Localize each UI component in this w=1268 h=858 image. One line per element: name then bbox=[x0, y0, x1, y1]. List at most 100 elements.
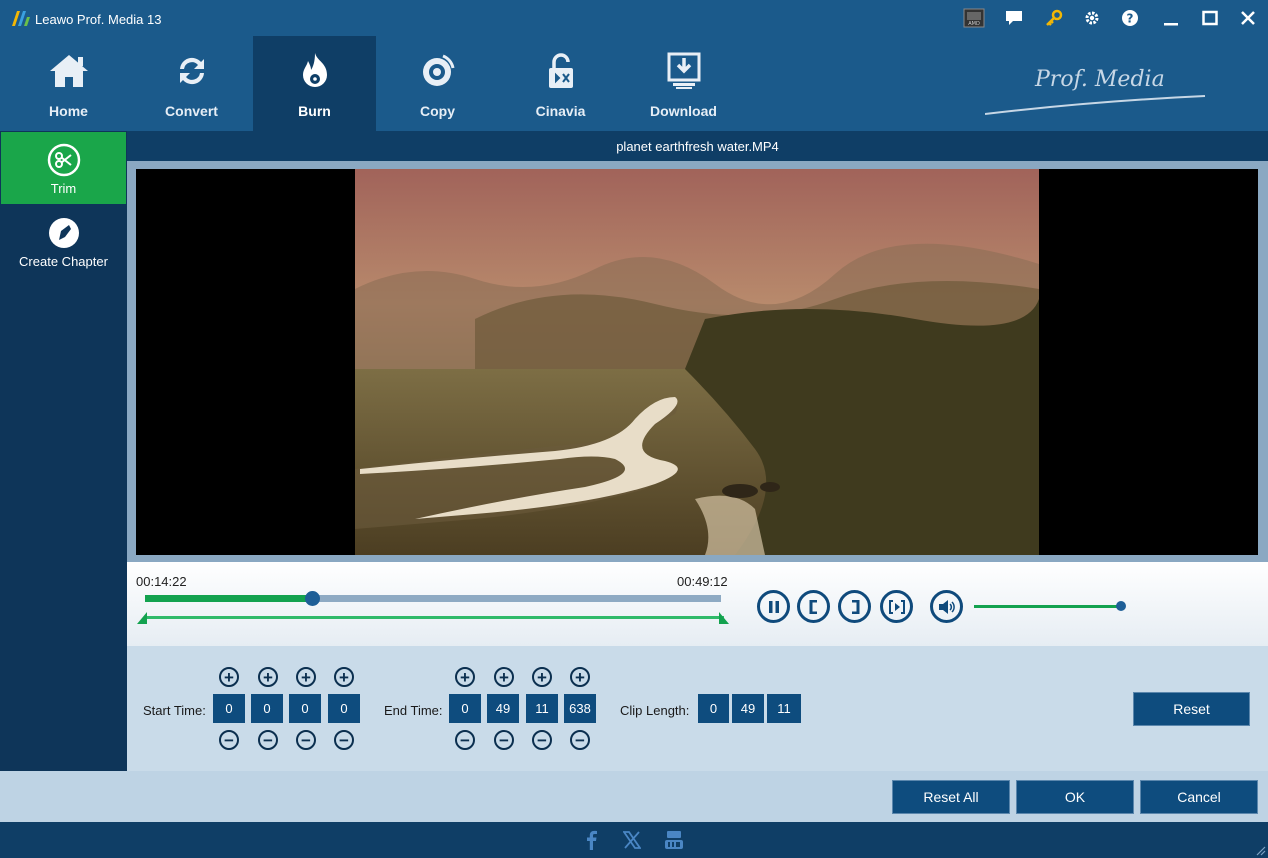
video-title-bar: planet earthfresh water.MP4 bbox=[127, 131, 1268, 161]
end-minute-decrement-button[interactable]: − bbox=[494, 730, 514, 750]
pause-icon bbox=[768, 600, 779, 613]
x-twitter-icon[interactable] bbox=[621, 829, 643, 851]
nav-download[interactable]: Download bbox=[622, 36, 745, 131]
chat-icon[interactable] bbox=[1003, 6, 1025, 30]
app-logo-icon bbox=[12, 11, 30, 26]
nav-home[interactable]: Home bbox=[7, 36, 130, 131]
play-segment-icon bbox=[888, 599, 905, 614]
start-hour-field[interactable]: 0 bbox=[213, 694, 245, 723]
reset-all-button[interactable]: Reset All bbox=[892, 780, 1010, 814]
volume-button[interactable] bbox=[930, 590, 963, 623]
nav-label: Home bbox=[49, 103, 88, 119]
nav-convert[interactable]: Convert bbox=[130, 36, 253, 131]
video-preview-image bbox=[355, 169, 1039, 555]
download-icon bbox=[662, 51, 706, 91]
brand-logo: Prof. Media bbox=[985, 67, 1206, 115]
reset-button[interactable]: Reset bbox=[1133, 692, 1250, 726]
close-icon[interactable] bbox=[1237, 6, 1259, 30]
end-second-decrement-button[interactable]: − bbox=[532, 730, 552, 750]
nav-cinavia[interactable]: Cinavia bbox=[499, 36, 622, 131]
convert-icon bbox=[170, 51, 214, 91]
end-minute-field[interactable]: 49 bbox=[487, 694, 519, 723]
home-icon bbox=[47, 51, 91, 91]
end-minute-increment-button[interactable]: + bbox=[494, 667, 514, 687]
app-title: Leawo Prof. Media 13 bbox=[35, 12, 162, 27]
start-second-increment-button[interactable]: + bbox=[296, 667, 316, 687]
set-start-button[interactable] bbox=[797, 590, 830, 623]
ok-button[interactable]: OK bbox=[1016, 780, 1134, 814]
sidebar-item-create-chapter[interactable]: Create Chapter bbox=[1, 205, 126, 277]
burn-icon bbox=[293, 51, 337, 91]
trim-end-marker[interactable] bbox=[717, 610, 731, 624]
seek-bar[interactable] bbox=[145, 591, 721, 606]
bracket-left-icon bbox=[809, 599, 817, 614]
start-second-decrement-button[interactable]: − bbox=[296, 730, 316, 750]
start-millisecond-field[interactable]: 0 bbox=[328, 694, 360, 723]
start-time-label: Start Time: bbox=[143, 703, 206, 718]
volume-handle[interactable] bbox=[1116, 601, 1126, 611]
maximize-icon[interactable] bbox=[1199, 6, 1221, 30]
end-millisecond-increment-button[interactable]: + bbox=[570, 667, 590, 687]
chapter-icon bbox=[48, 218, 79, 248]
end-time-label: End Time: bbox=[384, 703, 443, 718]
end-time: 00:49:12 bbox=[677, 574, 728, 589]
nav-copy[interactable]: Copy bbox=[376, 36, 499, 131]
start-minute-decrement-button[interactable]: − bbox=[258, 730, 278, 750]
svg-text:AMD: AMD bbox=[968, 21, 980, 27]
svg-text:Prof. Media: Prof. Media bbox=[1034, 67, 1165, 92]
title-bar: Leawo Prof. Media 13 AMD ? bbox=[0, 0, 1268, 36]
seek-handle[interactable] bbox=[305, 591, 321, 606]
nav-label: Download bbox=[650, 103, 717, 119]
sidebar: Trim Create Chapter bbox=[0, 131, 127, 771]
clip-minute-value: 49 bbox=[732, 694, 764, 723]
clip-length-label: Clip Length: bbox=[620, 703, 690, 718]
end-hour-increment-button[interactable]: + bbox=[455, 667, 475, 687]
facebook-icon[interactable] bbox=[580, 829, 602, 851]
start-millisecond-decrement-button[interactable]: − bbox=[334, 730, 354, 750]
end-millisecond-decrement-button[interactable]: − bbox=[570, 730, 590, 750]
cancel-button[interactable]: Cancel bbox=[1140, 780, 1258, 814]
cinavia-icon bbox=[539, 51, 583, 91]
end-hour-field[interactable]: 0 bbox=[449, 694, 481, 723]
volume-slider[interactable] bbox=[974, 605, 1124, 608]
nav-label: Copy bbox=[420, 103, 455, 119]
help-icon[interactable]: ? bbox=[1119, 6, 1141, 30]
start-hour-increment-button[interactable]: + bbox=[219, 667, 239, 687]
seek-bar-progress bbox=[145, 595, 313, 602]
clip-second-value: 11 bbox=[767, 694, 801, 723]
play-segment-button[interactable] bbox=[880, 590, 913, 623]
nav-label: Burn bbox=[298, 103, 331, 119]
start-hour-decrement-button[interactable]: − bbox=[219, 730, 239, 750]
start-millisecond-increment-button[interactable]: + bbox=[334, 667, 354, 687]
end-millisecond-field[interactable]: 638 bbox=[564, 694, 596, 723]
end-second-field[interactable]: 11 bbox=[526, 694, 558, 723]
end-second-increment-button[interactable]: + bbox=[532, 667, 552, 687]
gear-icon[interactable] bbox=[1081, 6, 1103, 30]
start-minute-increment-button[interactable]: + bbox=[258, 667, 278, 687]
pause-button[interactable] bbox=[757, 590, 790, 623]
set-end-button[interactable] bbox=[838, 590, 871, 623]
start-second-field[interactable]: 0 bbox=[289, 694, 321, 723]
end-hour-decrement-button[interactable]: − bbox=[455, 730, 475, 750]
bracket-right-icon bbox=[851, 599, 859, 614]
youtube-icon[interactable] bbox=[663, 829, 685, 851]
resize-grip-icon[interactable] bbox=[1254, 844, 1266, 856]
sidebar-item-trim[interactable]: Trim bbox=[1, 132, 126, 204]
trim-range-line bbox=[144, 616, 724, 619]
start-minute-field[interactable]: 0 bbox=[251, 694, 283, 723]
main-nav: Home Convert Burn Copy Cinavia Download … bbox=[0, 36, 1268, 131]
clip-hour-value: 0 bbox=[698, 694, 729, 723]
nav-label: Cinavia bbox=[535, 103, 586, 119]
volume-icon bbox=[938, 599, 955, 614]
nav-burn[interactable]: Burn bbox=[253, 36, 376, 131]
minimize-icon[interactable] bbox=[1160, 6, 1182, 30]
copy-icon bbox=[416, 51, 460, 91]
current-time: 00:14:22 bbox=[136, 574, 187, 589]
nav-label: Convert bbox=[165, 103, 218, 119]
sidebar-item-label: Create Chapter bbox=[19, 254, 108, 269]
key-icon[interactable] bbox=[1043, 6, 1065, 30]
gpu-badge-icon[interactable]: AMD bbox=[962, 6, 986, 30]
svg-text:?: ? bbox=[1127, 12, 1134, 26]
trim-start-marker[interactable] bbox=[135, 610, 149, 624]
scissors-icon bbox=[47, 143, 80, 177]
